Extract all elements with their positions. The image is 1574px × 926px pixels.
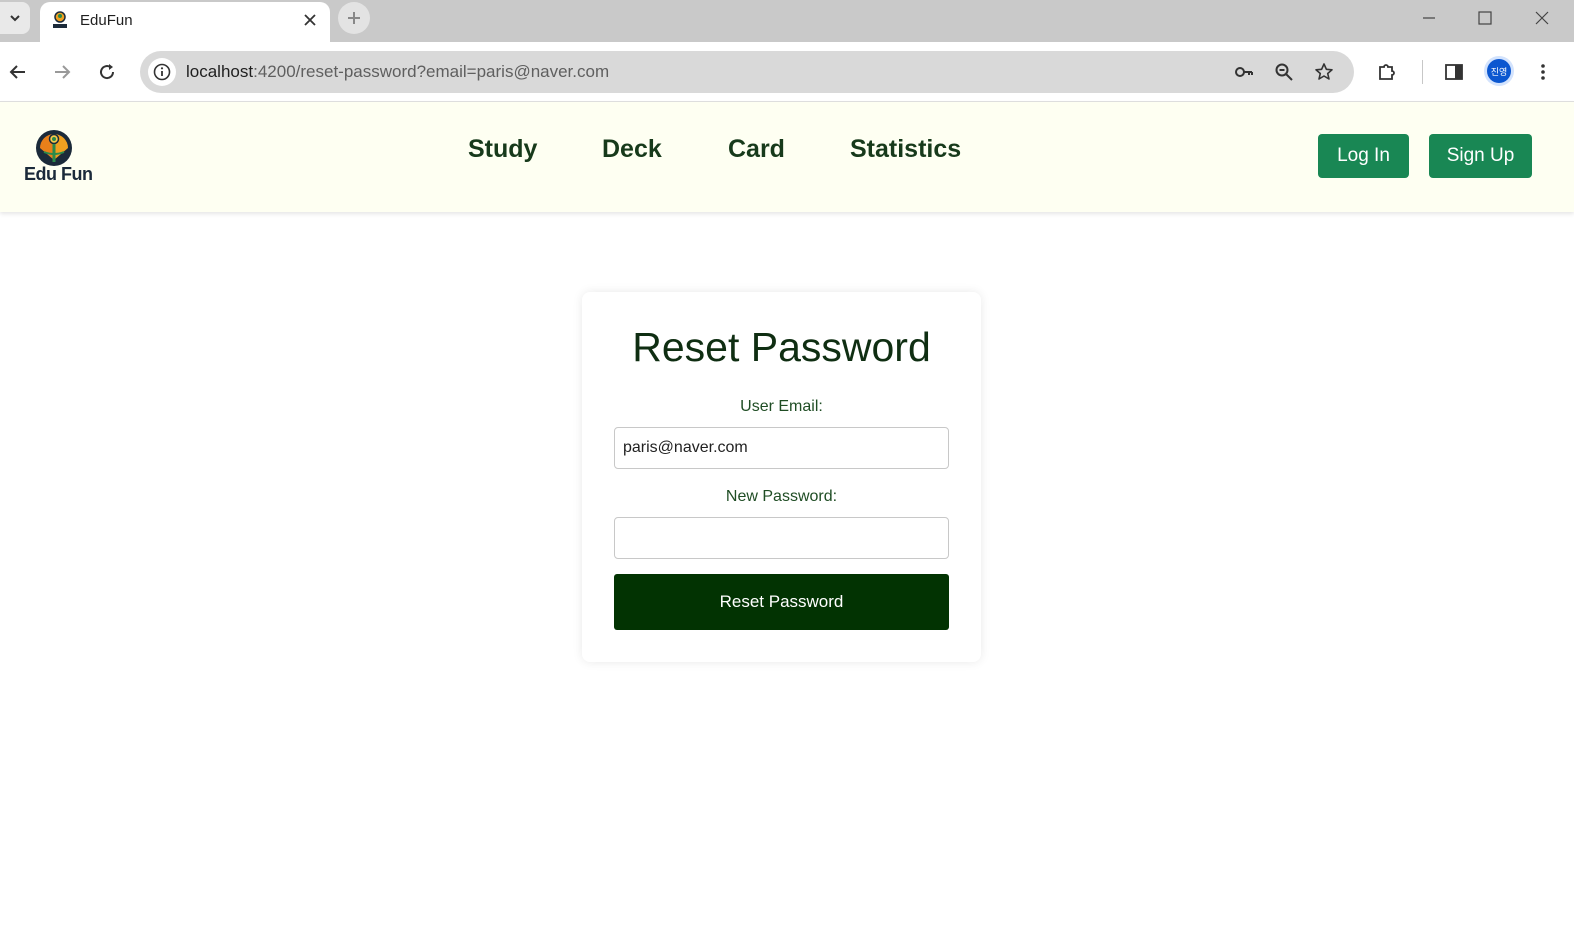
side-panel-icon[interactable]: [1443, 61, 1465, 83]
profile-avatar[interactable]: 진영: [1484, 56, 1514, 86]
logo-text: Edu Fun: [24, 164, 93, 184]
plus-icon: [348, 12, 360, 24]
close-icon[interactable]: [302, 12, 318, 28]
minimize-icon[interactable]: [1419, 8, 1439, 28]
nav-card[interactable]: Card: [728, 135, 785, 164]
login-button[interactable]: Log In: [1318, 134, 1409, 178]
app-header: Edu Fun Study Deck Card Statistics Log I…: [0, 102, 1574, 212]
email-label: User Email:: [740, 398, 823, 415]
nav-study[interactable]: Study: [468, 135, 537, 164]
browser-tab[interactable]: EduFun: [40, 2, 330, 42]
profile-initials: 진영: [1487, 59, 1511, 83]
url-text[interactable]: localhost:4200/reset-password?email=pari…: [186, 62, 609, 82]
more-vertical-icon[interactable]: [1532, 61, 1554, 83]
reload-icon[interactable]: [97, 62, 117, 82]
nav-deck[interactable]: Deck: [602, 135, 662, 164]
extensions-icon[interactable]: [1376, 61, 1398, 83]
key-icon[interactable]: [1234, 62, 1254, 82]
new-password-field[interactable]: [614, 517, 949, 559]
info-icon: [153, 63, 171, 81]
site-info-button[interactable]: [148, 58, 176, 86]
tab-title: EduFun: [80, 12, 133, 29]
reset-password-card: Reset Password User Email: New Password:…: [582, 292, 981, 662]
browser-tab-strip: EduFun: [0, 0, 1574, 42]
maximize-icon[interactable]: [1475, 8, 1495, 28]
new-tab-button[interactable]: [338, 2, 370, 34]
zoom-icon[interactable]: [1274, 62, 1294, 82]
window-close-icon[interactable]: [1532, 8, 1552, 28]
back-arrow-icon[interactable]: [8, 62, 28, 82]
email-field[interactable]: [614, 427, 949, 469]
nav-statistics[interactable]: Statistics: [850, 135, 961, 164]
chevron-down-icon: [10, 15, 20, 22]
url-path: :4200/reset-password?email=paris@naver.c…: [253, 62, 610, 81]
page-title: Reset Password: [632, 324, 931, 370]
star-icon[interactable]: [1314, 62, 1334, 82]
url-host: localhost: [186, 62, 254, 81]
toolbar-divider: [1422, 60, 1423, 84]
new-password-label: New Password:: [725, 488, 838, 505]
forward-arrow-icon[interactable]: [52, 62, 72, 82]
signup-button[interactable]: Sign Up: [1429, 134, 1532, 178]
reset-password-button[interactable]: Reset Password: [614, 574, 949, 630]
edufun-favicon-icon: [53, 11, 67, 28]
address-bar[interactable]: localhost:4200/reset-password?email=pari…: [140, 51, 1354, 93]
browser-toolbar: localhost:4200/reset-password?email=pari…: [0, 42, 1574, 102]
tab-search-button[interactable]: [0, 2, 30, 34]
